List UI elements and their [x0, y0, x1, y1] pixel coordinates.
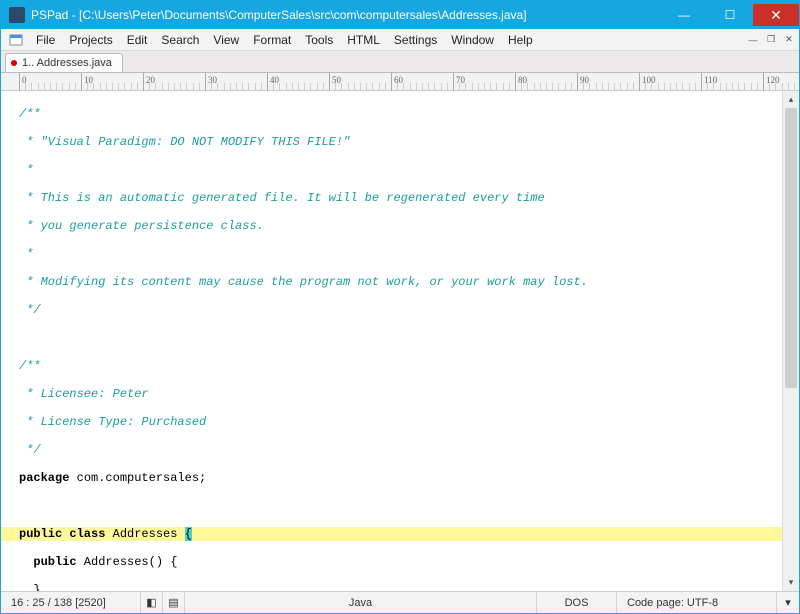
code-text: * This is an automatic generated file. I… [19, 191, 545, 205]
ruler-tick: 50 [329, 73, 330, 91]
vertical-scrollbar[interactable]: ▴ ▾ [782, 91, 799, 591]
status-corner-icon[interactable]: ▾ [777, 592, 799, 613]
mdi-restore-button[interactable]: ❐ [763, 32, 779, 48]
minimize-button[interactable]: — [661, 4, 707, 26]
menu-tools[interactable]: Tools [298, 31, 340, 49]
file-tab-addresses[interactable]: 1.. Addresses.java [5, 53, 123, 72]
menu-projects[interactable]: Projects [62, 31, 119, 49]
ruler[interactable]: 0 10 20 30 40 50 60 70 80 90 100 110 120 [1, 73, 799, 91]
status-icon-2[interactable]: ▤ [163, 592, 185, 613]
menu-bar: File Projects Edit Search View Format To… [1, 29, 799, 51]
code-text: /** [19, 107, 41, 121]
ruler-tick: 120 [763, 73, 764, 91]
mdi-minimize-button[interactable]: — [745, 32, 761, 48]
app-window: PSPad - [C:\Users\Peter\Documents\Comput… [0, 0, 800, 614]
app-icon [9, 7, 25, 23]
ruler-tick: 10 [81, 73, 82, 91]
code-text: * [19, 247, 33, 261]
ruler-tick: 30 [205, 73, 206, 91]
menu-search[interactable]: Search [154, 31, 206, 49]
scroll-up-icon[interactable]: ▴ [783, 91, 799, 108]
menu-html[interactable]: HTML [340, 31, 387, 49]
code-text: * "Visual Paradigm: DO NOT MODIFY THIS F… [19, 135, 350, 149]
status-language[interactable]: Java [185, 592, 537, 613]
status-position: 16 : 25 / 138 [2520] [1, 592, 141, 613]
ruler-tick: 0 [19, 73, 20, 91]
code-text: * [19, 163, 33, 177]
code-text: * Modifying its content may cause the pr… [19, 275, 588, 289]
status-icon-1[interactable]: ◧ [141, 592, 163, 613]
code-text: * License Type: Purchased [19, 415, 206, 429]
menu-view[interactable]: View [206, 31, 246, 49]
mdi-close-button[interactable]: ✕ [781, 32, 797, 48]
close-button[interactable]: ✕ [753, 4, 799, 26]
ruler-tick: 40 [267, 73, 268, 91]
editor-area: /** * "Visual Paradigm: DO NOT MODIFY TH… [1, 91, 799, 591]
code-text: public [19, 555, 77, 569]
ruler-tick: 110 [701, 73, 702, 91]
menu-help[interactable]: Help [501, 31, 540, 49]
code-text: /** [19, 359, 41, 373]
menu-settings[interactable]: Settings [387, 31, 444, 49]
ruler-tick: 20 [143, 73, 144, 91]
ruler-tick: 90 [577, 73, 578, 91]
status-encoding[interactable]: DOS [537, 592, 617, 613]
ruler-tick: 100 [639, 73, 640, 91]
tab-bar: 1.. Addresses.java [1, 51, 799, 73]
code-text: public class [19, 527, 113, 541]
current-line-highlight: public class Addresses { [1, 527, 782, 541]
menu-file[interactable]: File [29, 31, 62, 49]
ruler-tick: 80 [515, 73, 516, 91]
modified-indicator-icon [11, 60, 17, 66]
scroll-down-icon[interactable]: ▾ [783, 574, 799, 591]
window-controls: — ☐ ✕ [661, 4, 799, 26]
menu-edit[interactable]: Edit [120, 31, 155, 49]
window-title: PSPad - [C:\Users\Peter\Documents\Comput… [31, 8, 661, 22]
ruler-tick: 70 [453, 73, 454, 91]
code-text: package [19, 471, 69, 485]
scrollbar-track[interactable] [783, 108, 799, 574]
code-text: Addresses [113, 527, 185, 541]
code-text: } [19, 583, 41, 591]
status-codepage[interactable]: Code page: UTF-8 [617, 592, 777, 613]
tab-label: 1.. Addresses.java [22, 57, 112, 69]
title-bar[interactable]: PSPad - [C:\Users\Peter\Documents\Comput… [1, 1, 799, 29]
code-text: */ [19, 303, 41, 317]
scrollbar-thumb[interactable] [785, 108, 797, 388]
code-text: * Licensee: Peter [19, 387, 149, 401]
code-text: com.computersales; [69, 471, 206, 485]
code-text: Addresses() { [77, 555, 178, 569]
status-bar: 16 : 25 / 138 [2520] ◧ ▤ Java DOS Code p… [1, 591, 799, 613]
mdi-sys-icon[interactable] [7, 31, 25, 49]
maximize-button[interactable]: ☐ [707, 4, 753, 26]
code-text: */ [19, 443, 41, 457]
ruler-tick: 60 [391, 73, 392, 91]
code-editor[interactable]: /** * "Visual Paradigm: DO NOT MODIFY TH… [1, 91, 782, 591]
matched-brace: { [185, 527, 192, 541]
code-text: * you generate persistence class. [19, 219, 264, 233]
menu-format[interactable]: Format [246, 31, 298, 49]
menu-window[interactable]: Window [444, 31, 501, 49]
